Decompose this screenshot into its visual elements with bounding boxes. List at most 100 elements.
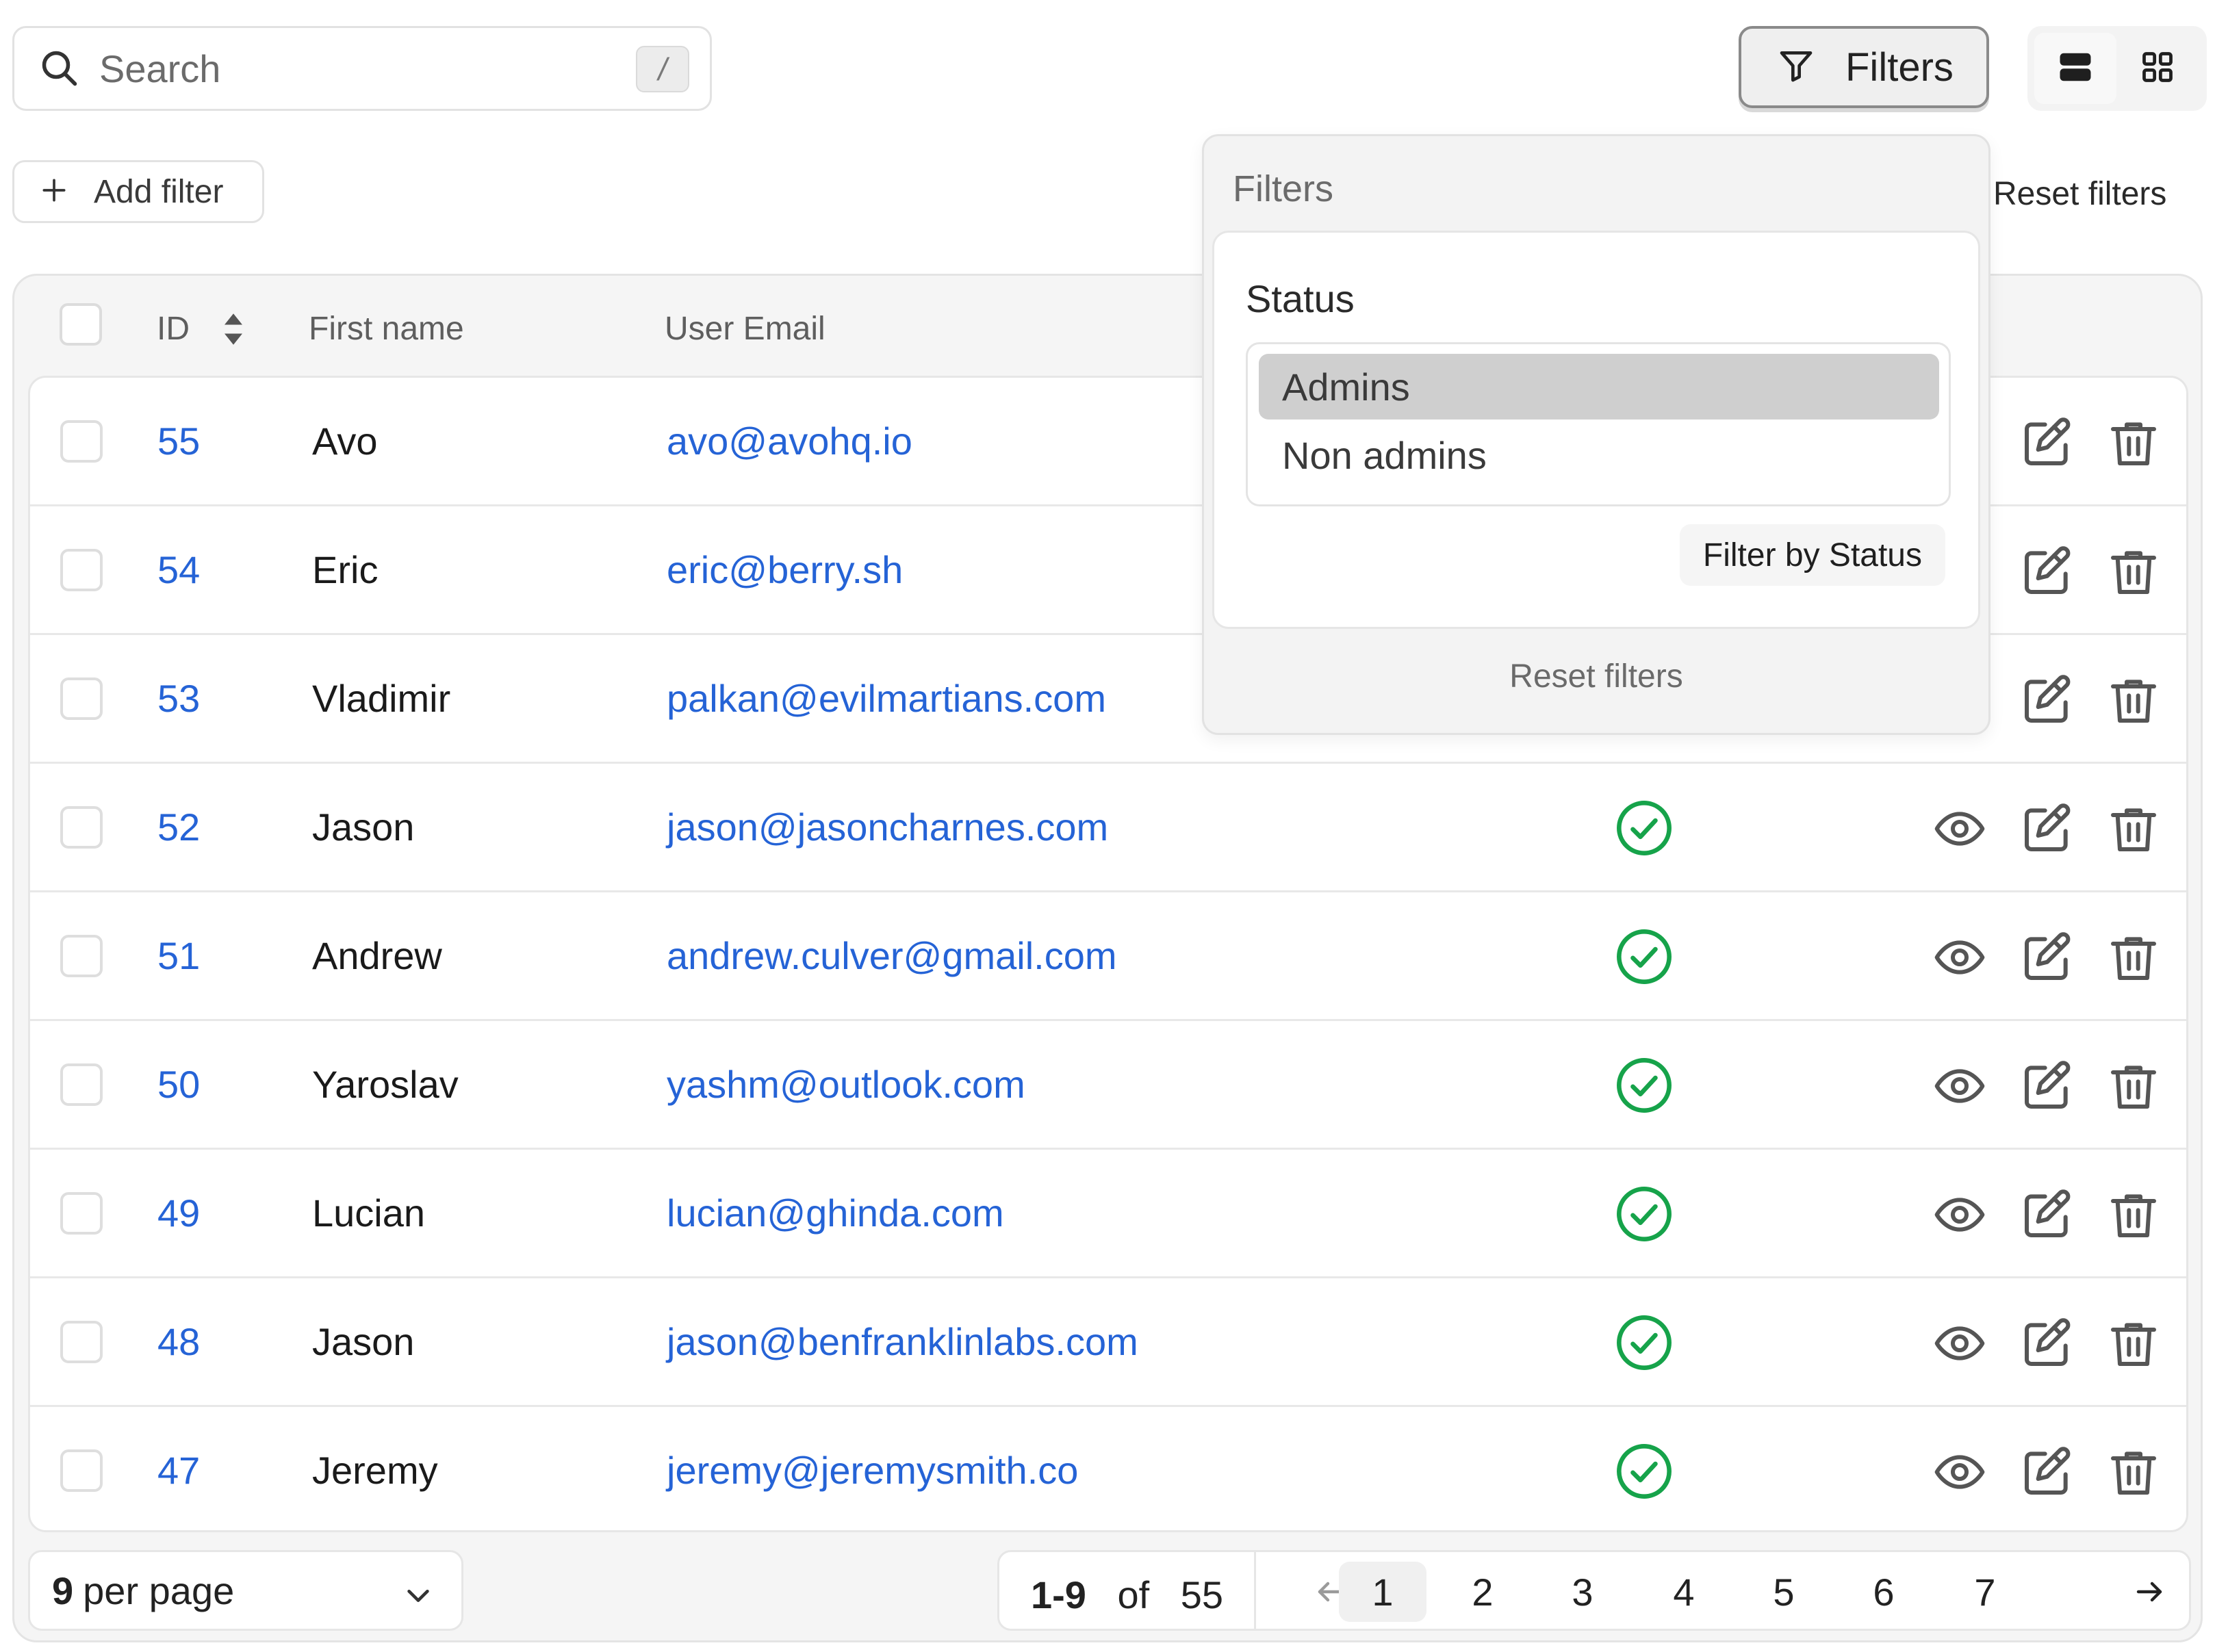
row-checkbox[interactable] — [60, 935, 103, 977]
column-header-id[interactable]: ID — [157, 310, 190, 348]
row-email-link[interactable]: andrew.culver@gmail.com — [667, 933, 1117, 978]
edit-icon[interactable] — [2018, 542, 2077, 601]
table-row[interactable]: 47 Jeremy jeremy@jeremysmith.co — [30, 1407, 2186, 1530]
edit-icon[interactable] — [2018, 671, 2077, 730]
eye-icon[interactable] — [1930, 799, 1989, 858]
search-shortcut-key: / — [636, 46, 689, 92]
search-placeholder: Search — [99, 47, 221, 90]
row-checkbox[interactable] — [60, 549, 103, 591]
view-toggle — [2027, 26, 2207, 111]
check-circle-icon — [1614, 1055, 1674, 1115]
row-email-link[interactable]: avo@avohq.io — [667, 419, 912, 463]
select-all-checkbox[interactable] — [60, 303, 102, 346]
row-id-link[interactable]: 52 — [157, 805, 200, 849]
edit-icon[interactable] — [2018, 928, 2077, 987]
page-button-1[interactable]: 1 — [1339, 1562, 1426, 1622]
check-circle-icon — [1614, 798, 1674, 858]
table-row[interactable]: 48 Jason jason@benfranklinlabs.com — [30, 1278, 2186, 1407]
search-input[interactable]: Search / — [12, 26, 712, 111]
edit-icon[interactable] — [2018, 1443, 2077, 1501]
page-button-6[interactable]: 6 — [1840, 1562, 1928, 1622]
trash-icon[interactable] — [2104, 1057, 2163, 1115]
edit-icon[interactable] — [2018, 1057, 2077, 1115]
pagination-divider — [1254, 1552, 1256, 1629]
edit-icon[interactable] — [2018, 799, 2077, 858]
search-icon — [38, 47, 81, 90]
column-header-email[interactable]: User Email — [665, 310, 825, 348]
trash-icon[interactable] — [2104, 542, 2163, 601]
row-first-name: Jason — [312, 1320, 415, 1363]
row-id-link[interactable]: 55 — [157, 419, 200, 463]
status-option-non-admins[interactable]: Non admins — [1259, 422, 1939, 488]
row-email-link[interactable]: lucian@ghinda.com — [667, 1191, 1004, 1235]
page-button-4[interactable]: 4 — [1640, 1562, 1728, 1622]
row-id-link[interactable]: 54 — [157, 547, 200, 592]
grid-view-button[interactable] — [2116, 33, 2199, 104]
row-checkbox[interactable] — [60, 1321, 103, 1363]
row-email-link[interactable]: yashm@outlook.com — [667, 1062, 1025, 1107]
row-checkbox[interactable] — [60, 1449, 103, 1492]
column-header-first-name[interactable]: First name — [309, 310, 464, 348]
status-listbox[interactable]: Admins Non admins — [1246, 342, 1951, 506]
row-first-name: Eric — [312, 548, 379, 591]
row-email-link[interactable]: jeremy@jeremysmith.co — [667, 1448, 1078, 1493]
eye-icon[interactable] — [1930, 1057, 1989, 1115]
row-checkbox[interactable] — [60, 806, 103, 849]
row-id-link[interactable]: 50 — [157, 1062, 200, 1107]
page-button-5[interactable]: 5 — [1740, 1562, 1828, 1622]
table-row[interactable]: 51 Andrew andrew.culver@gmail.com — [30, 892, 2186, 1021]
row-checkbox[interactable] — [60, 1063, 103, 1106]
eye-icon[interactable] — [1930, 1443, 1989, 1501]
row-id-link[interactable]: 51 — [157, 933, 200, 978]
row-checkbox[interactable] — [60, 677, 103, 720]
next-page-icon[interactable] — [2129, 1571, 2170, 1612]
eye-icon[interactable] — [1930, 928, 1989, 987]
filter-by-status-button[interactable]: Filter by Status — [1679, 524, 1945, 586]
edit-icon[interactable] — [2018, 1185, 2077, 1244]
table-row[interactable]: 49 Lucian lucian@ghinda.com — [30, 1150, 2186, 1278]
dropdown-reset-filters-button[interactable]: Reset filters — [1204, 658, 1988, 695]
range-value: 1-9 — [1031, 1573, 1086, 1616]
trash-icon[interactable] — [2104, 1314, 2163, 1373]
row-checkbox[interactable] — [60, 420, 103, 463]
filters-button-label: Filters — [1845, 44, 1954, 90]
table-row[interactable]: 50 Yaroslav yashm@outlook.com — [30, 1021, 2186, 1150]
trash-icon[interactable] — [2104, 671, 2163, 730]
filters-button[interactable]: Filters — [1739, 26, 1989, 108]
edit-icon[interactable] — [2018, 413, 2077, 472]
eye-icon[interactable] — [1930, 1314, 1989, 1373]
page-button-2[interactable]: 2 — [1439, 1562, 1526, 1622]
page-button-3[interactable]: 3 — [1539, 1562, 1626, 1622]
trash-icon[interactable] — [2104, 799, 2163, 858]
per-page-select[interactable]: 9 per page — [28, 1550, 463, 1631]
row-id-link[interactable]: 47 — [157, 1448, 200, 1493]
trash-icon[interactable] — [2104, 1443, 2163, 1501]
row-id-link[interactable]: 48 — [157, 1319, 200, 1364]
edit-icon[interactable] — [2018, 1314, 2077, 1373]
row-email-link[interactable]: eric@berry.sh — [667, 547, 903, 592]
check-circle-icon — [1614, 927, 1674, 987]
reset-filters-link[interactable]: Reset filters — [1993, 175, 2166, 213]
trash-icon[interactable] — [2104, 413, 2163, 472]
row-checkbox[interactable] — [60, 1192, 103, 1235]
trash-icon[interactable] — [2104, 1185, 2163, 1244]
filters-dropdown-title: Filters — [1233, 168, 1333, 209]
row-first-name: Andrew — [312, 934, 442, 977]
eye-icon[interactable] — [1930, 1185, 1989, 1244]
pagination: 1-9 of 55 1234567 — [997, 1550, 2191, 1631]
row-email-link[interactable]: jason@jasoncharnes.com — [667, 805, 1108, 849]
sort-icon[interactable] — [220, 311, 247, 350]
status-option-admins[interactable]: Admins — [1259, 354, 1939, 420]
row-id-link[interactable]: 49 — [157, 1191, 200, 1235]
table-row[interactable]: 52 Jason jason@jasoncharnes.com — [30, 764, 2186, 892]
row-first-name: Jason — [312, 805, 415, 849]
row-email-link[interactable]: palkan@evilmartians.com — [667, 676, 1106, 721]
page-button-7[interactable]: 7 — [1941, 1562, 2029, 1622]
row-id-link[interactable]: 53 — [157, 676, 200, 721]
check-circle-icon — [1614, 1313, 1674, 1373]
row-email-link[interactable]: jason@benfranklinlabs.com — [667, 1319, 1138, 1364]
table-view-button[interactable] — [2034, 33, 2116, 104]
status-filter-label: Status — [1246, 277, 1355, 320]
add-filter-button[interactable]: Add filter — [12, 160, 264, 223]
trash-icon[interactable] — [2104, 928, 2163, 987]
